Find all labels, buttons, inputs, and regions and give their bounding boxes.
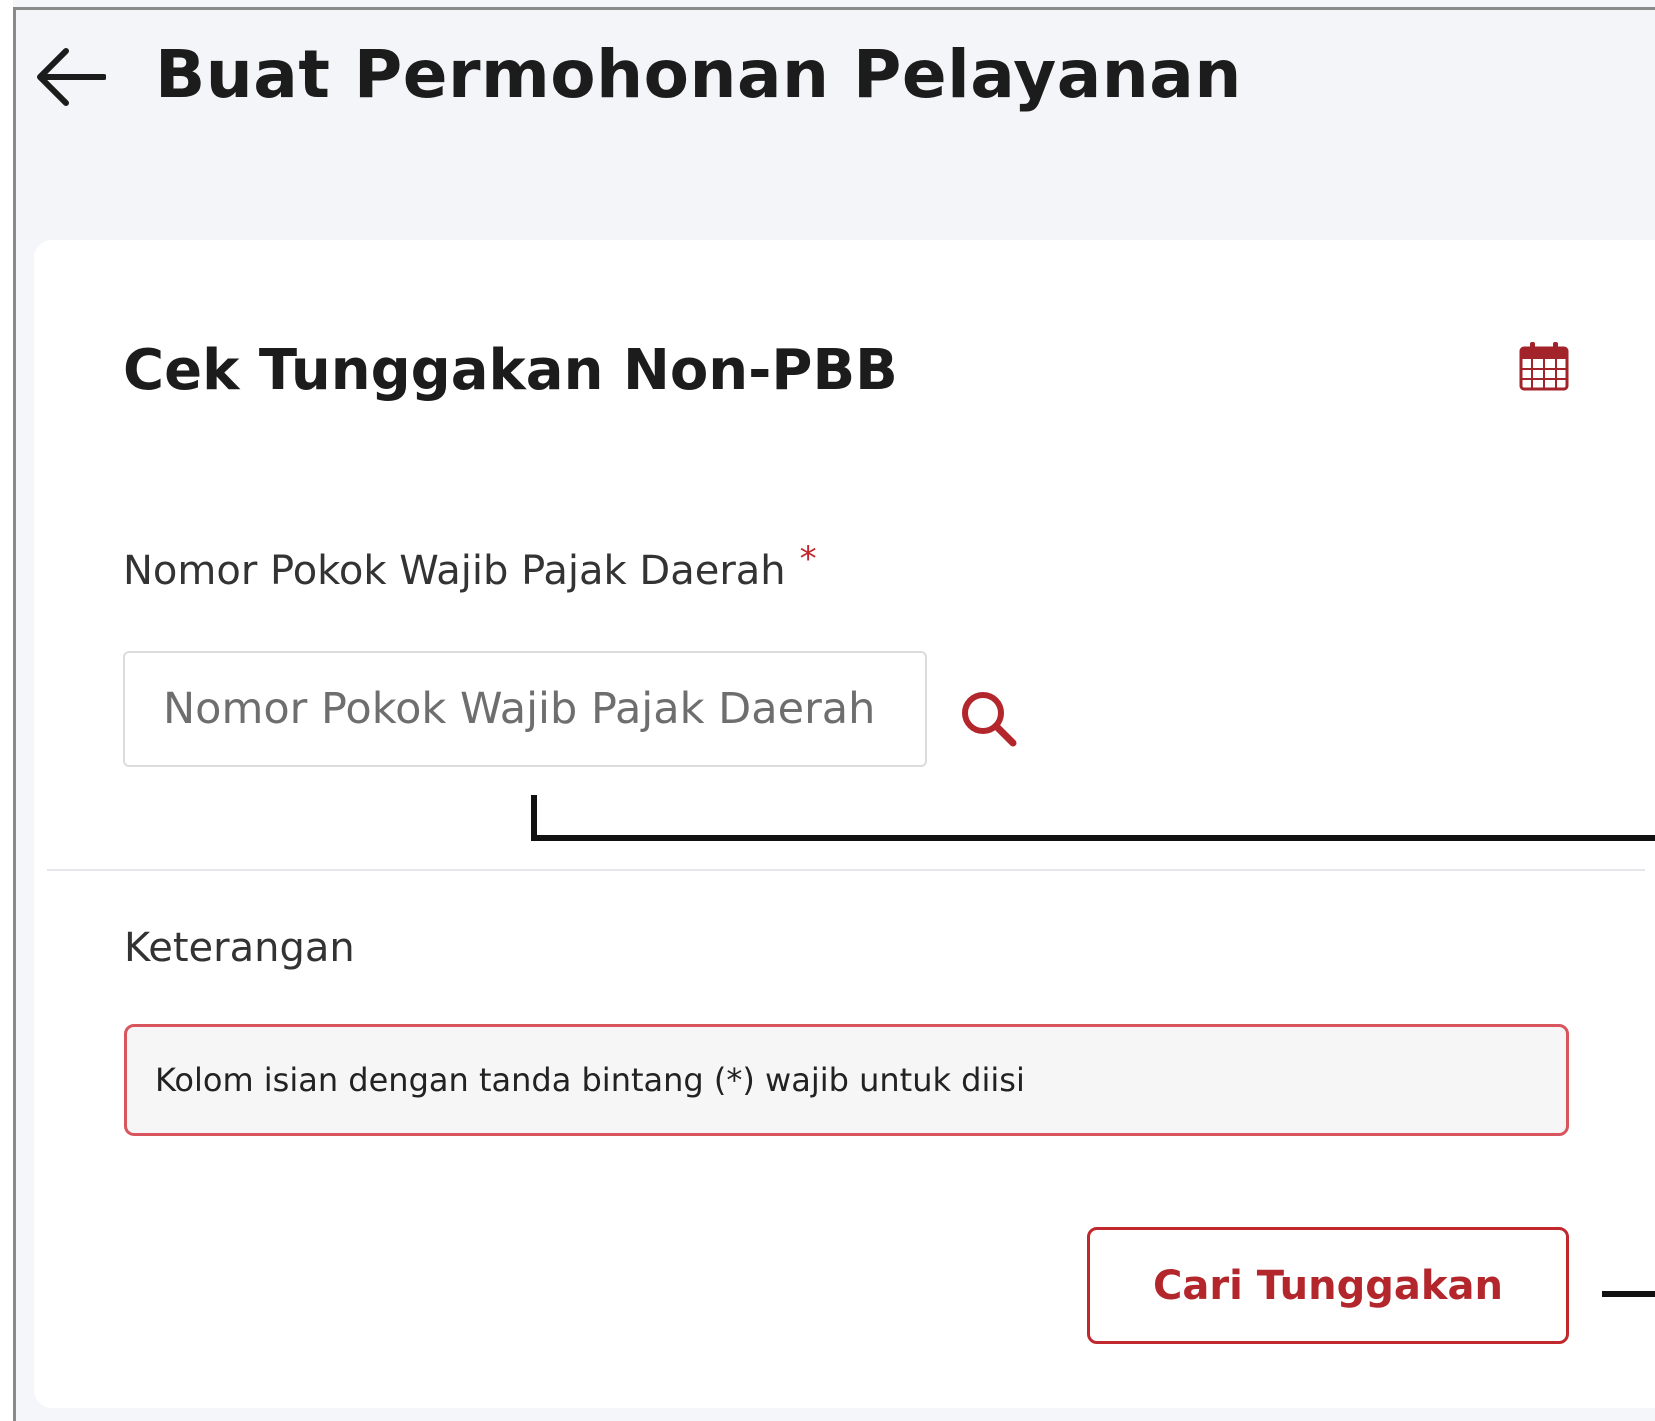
back-button[interactable] <box>30 42 110 112</box>
annotation-pointer-line <box>1602 1291 1655 1297</box>
left-edge-strip <box>0 0 13 1421</box>
npwpd-label: Nomor Pokok Wajib Pajak Daerah * <box>123 539 817 594</box>
app-frame: Buat Permohonan Pelayanan Cek Tunggakan … <box>0 0 1655 1421</box>
required-notice-box: Kolom isian dengan tanda bintang (*) waj… <box>124 1024 1569 1136</box>
annotation-bracket <box>531 795 1655 841</box>
calendar-icon[interactable] <box>1518 340 1570 392</box>
arrow-left-icon <box>37 48 106 106</box>
required-marker: * <box>799 539 817 579</box>
cari-tunggakan-button[interactable]: Cari Tunggakan <box>1087 1227 1569 1344</box>
keterangan-label: Keterangan <box>124 925 355 971</box>
search-icon[interactable] <box>955 685 1025 755</box>
card-title: Cek Tunggakan Non-PBB <box>123 338 898 403</box>
npwpd-label-text: Nomor Pokok Wajib Pajak Daerah <box>123 548 786 594</box>
npwpd-input[interactable] <box>123 651 927 767</box>
section-divider <box>47 869 1645 871</box>
required-notice-text: Kolom isian dengan tanda bintang (*) waj… <box>155 1061 1025 1099</box>
page-title: Buat Permohonan Pelayanan <box>155 36 1242 113</box>
